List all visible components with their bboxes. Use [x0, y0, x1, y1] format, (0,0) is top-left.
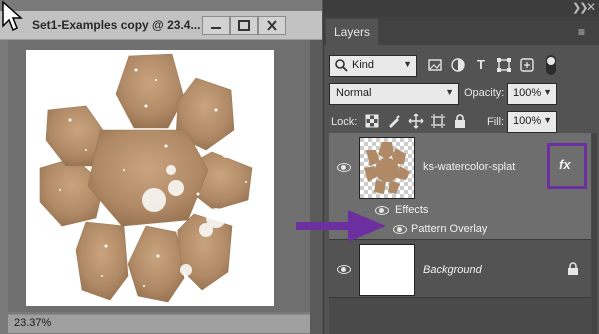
- lock-artboard-icon[interactable]: [430, 113, 446, 129]
- filter-toggle-switch[interactable]: [546, 55, 556, 75]
- close-icon[interactable]: ✕: [586, 0, 596, 14]
- document-status-bar: 23.37%: [8, 314, 310, 333]
- chevron-down-icon: ▼: [403, 59, 412, 69]
- blend-mode-dropdown[interactable]: Normal ▼: [329, 83, 459, 105]
- filter-kind-dropdown[interactable]: Kind ▼: [329, 55, 417, 77]
- lock-icon: [568, 262, 578, 275]
- layer-name[interactable]: ks-watercolor-splat: [423, 161, 515, 173]
- watercolor-splat-artwork: [39, 53, 253, 303]
- visibility-eye-icon[interactable]: [337, 162, 351, 172]
- layer-row-ks-watercolor-splat[interactable]: ks-watercolor-splat fx: [329, 133, 591, 201]
- panel-menu-icon[interactable]: ≡: [578, 25, 585, 39]
- fx-highlight-box: [547, 143, 587, 189]
- layer-thumbnail: [359, 137, 415, 199]
- document-window: Set1-Examples copy @ 23.4... 23.37%: [0, 0, 322, 334]
- layers-scrollbar[interactable]: [592, 133, 597, 334]
- opacity-value: 100%: [513, 87, 542, 99]
- layer-thumbnail: [359, 244, 415, 296]
- effects-label: Effects: [395, 204, 429, 216]
- lock-label: Lock:: [331, 116, 358, 128]
- chevron-down-icon: ▼: [445, 87, 454, 97]
- mouse-cursor-icon: [2, 0, 23, 32]
- layer-thumbnail-image: [360, 138, 414, 198]
- zoom-level[interactable]: 23.37%: [14, 317, 51, 329]
- fill-label: Fill:: [487, 116, 505, 128]
- smart-object-filter-icon[interactable]: [519, 57, 535, 73]
- fill-value: 100%: [513, 115, 542, 127]
- lock-all-icon[interactable]: [452, 113, 468, 129]
- lock-image-pixels-icon[interactable]: [386, 113, 402, 129]
- document-title: Set1-Examples copy @ 23.4...: [32, 18, 201, 32]
- document-vertical-scrollbar[interactable]: [310, 40, 322, 334]
- blend-mode-value: Normal: [336, 87, 372, 99]
- layers-panel: ❯❯ ✕ Layers ≡ Kind ▼ T Normal ▼ Opacity:…: [323, 0, 599, 334]
- visibility-eye-icon[interactable]: [337, 264, 351, 274]
- toggle-knob: [547, 57, 555, 65]
- close-icon: [267, 20, 277, 31]
- search-icon: [335, 59, 348, 72]
- document-titlebar[interactable]: Set1-Examples copy @ 23.4...: [0, 11, 322, 40]
- minimize-icon: [211, 27, 221, 29]
- filter-kind-value: Kind: [352, 59, 375, 71]
- adjustment-layer-filter-icon[interactable]: [450, 57, 466, 73]
- chevron-down-icon: ▼: [543, 115, 552, 125]
- opacity-label: Opacity:: [464, 87, 505, 99]
- list-divider: [329, 297, 591, 298]
- pixel-layer-filter-icon[interactable]: [427, 57, 443, 73]
- layer-name[interactable]: Background: [423, 264, 482, 276]
- panel-tab-strip: Layers ≡: [324, 17, 599, 45]
- fill-field[interactable]: 100% ▼: [507, 111, 557, 133]
- lock-transparent-pixels-icon[interactable]: [364, 113, 380, 129]
- lock-position-icon[interactable]: [408, 113, 424, 129]
- type-layer-filter-icon[interactable]: T: [473, 57, 489, 73]
- annotation-arrow-icon: [296, 210, 386, 242]
- chevron-down-icon: ▼: [543, 87, 552, 97]
- close-window-button[interactable]: [258, 16, 286, 35]
- maximize-button[interactable]: [230, 16, 258, 35]
- double-chevron-right-icon[interactable]: ❯❯: [572, 1, 589, 14]
- opacity-field[interactable]: 100% ▼: [507, 83, 557, 105]
- shape-layer-filter-icon[interactable]: [496, 57, 512, 73]
- tab-layers[interactable]: Layers: [326, 19, 378, 45]
- effect-name: Pattern Overlay: [411, 223, 488, 235]
- panel-collapse-bar: ❯❯ ✕: [324, 0, 599, 17]
- minimize-button[interactable]: [202, 16, 230, 35]
- maximize-icon: [238, 20, 250, 31]
